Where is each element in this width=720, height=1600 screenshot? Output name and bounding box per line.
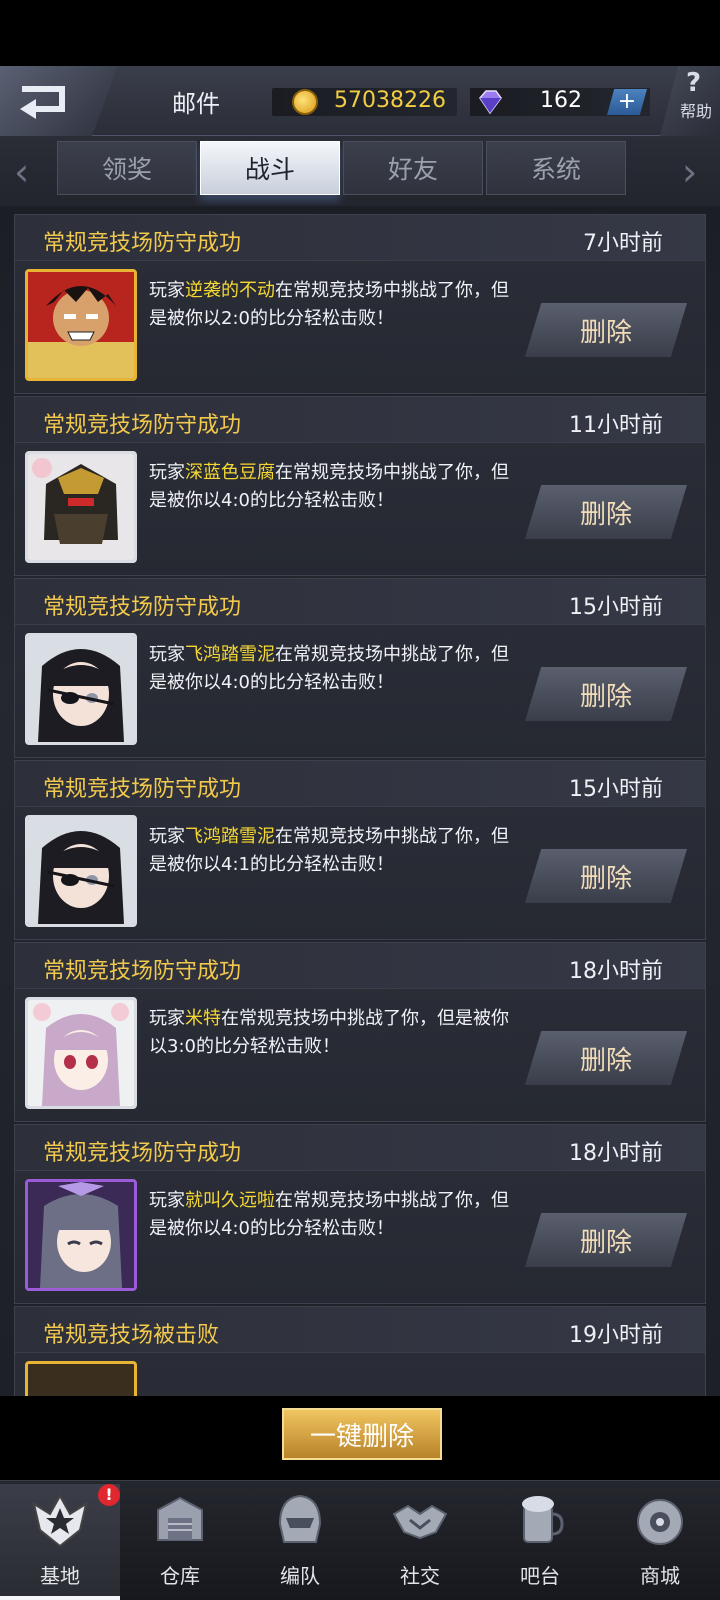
mail-title: 常规竞技场防守成功 xyxy=(43,231,242,256)
base-emblem-icon xyxy=(32,1493,88,1548)
delete-button[interactable]: 删除 xyxy=(525,485,687,539)
player-name: 深蓝色豆腐 xyxy=(185,462,275,483)
armored-robot-avatar xyxy=(25,451,137,563)
mail-message: 玩家飞鸿踏雪泥在常规竞技场中挑战了你，但是被你以4:0的比分轻松击败！ xyxy=(149,644,509,693)
mail-item-header: 常规竞技场防守成功 15小时前 xyxy=(15,761,705,807)
avatar xyxy=(25,1361,137,1396)
mail-time: 7小时前 xyxy=(583,231,663,256)
mail-title: 常规竞技场防守成功 xyxy=(43,777,242,802)
mail-title: 常规竞技场防守成功 xyxy=(43,413,242,438)
dark-haired-man-avatar xyxy=(25,269,137,381)
mail-time: 15小时前 xyxy=(569,595,663,620)
mail-item-header: 常规竞技场防守成功 18小时前 xyxy=(15,1125,705,1171)
tab-prev-arrow-icon[interactable]: ‹ xyxy=(14,150,29,194)
notification-badge: ! xyxy=(98,1484,120,1506)
shop-robot-icon xyxy=(637,1499,683,1545)
grey-haired-girl-avatar xyxy=(25,1179,137,1291)
nav-social[interactable]: 社交 xyxy=(360,1484,480,1600)
warehouse-icon xyxy=(157,1496,203,1541)
mail-message: 玩家飞鸿踏雪泥在常规竞技场中挑战了你，但是被你以4:1的比分轻松击败！ xyxy=(149,826,509,875)
nav-label: 社交 xyxy=(400,1564,440,1588)
nav-label: 编队 xyxy=(280,1564,320,1588)
nav-warehouse[interactable]: 仓库 xyxy=(120,1484,240,1600)
page-title: 邮件 xyxy=(172,90,220,118)
gold-coin-icon xyxy=(292,89,318,115)
player-name: 就叫久远啦 xyxy=(185,1190,275,1211)
gem-amount: 162 xyxy=(540,88,582,113)
mail-title: 常规竞技场防守成功 xyxy=(43,959,242,984)
mail-time: 18小时前 xyxy=(569,1141,663,1166)
eyepatch-girl-avatar xyxy=(25,633,137,745)
back-arrow-icon xyxy=(20,86,65,119)
nav-label: 仓库 xyxy=(160,1564,200,1588)
mail-message: 玩家深蓝色豆腐在常规竞技场中挑战了你，但是被你以4:0的比分轻松击败！ xyxy=(149,462,509,511)
mail-item[interactable]: 常规竞技场防守成功 15小时前 玩家飞鸿踏雪泥在常规竞技场中挑战了你，但是被你以… xyxy=(14,578,706,758)
mail-item[interactable]: 常规竞技场防守成功 7小时前 玩家逆袭的不动在常规竞技场中挑战了你，但是被你以2… xyxy=(14,214,706,394)
gem-icon xyxy=(479,90,502,115)
nav-squad[interactable]: 编队 xyxy=(240,1484,360,1600)
nav-label: 吧台 xyxy=(520,1564,560,1588)
status-bar-area xyxy=(0,0,720,66)
mail-list: 常规竞技场防守成功 7小时前 玩家逆袭的不动在常规竞技场中挑战了你，但是被你以2… xyxy=(0,206,720,1396)
delete-button[interactable]: 删除 xyxy=(525,1031,687,1085)
back-button[interactable] xyxy=(0,66,118,136)
mail-title: 常规竞技场防守成功 xyxy=(43,1141,242,1166)
tab-system[interactable]: 系统 xyxy=(486,141,626,195)
pink-haired-girl-avatar xyxy=(25,997,137,1109)
mail-item[interactable]: 常规竞技场防守成功 15小时前 玩家飞鸿踏雪泥在常规竞技场中挑战了你，但是被你以… xyxy=(14,760,706,940)
squad-helmet-icon xyxy=(278,1494,322,1543)
tab-battle[interactable]: 战斗 xyxy=(200,141,340,195)
nav-base[interactable]: ! 基地 xyxy=(0,1484,120,1600)
mail-item[interactable]: 常规竞技场防守成功 18小时前 玩家米特在常规竞技场中挑战了你，但是被你以3:0… xyxy=(14,942,706,1122)
delete-button[interactable]: 删除 xyxy=(525,1213,687,1267)
drink-icon xyxy=(522,1496,564,1543)
player-name: 逆袭的不动 xyxy=(185,280,275,301)
mail-item-header: 常规竞技场防守成功 18小时前 xyxy=(15,943,705,989)
mail-item-header: 常规竞技场防守成功 11小时前 xyxy=(15,397,705,443)
mail-item-header: 常规竞技场防守成功 15小时前 xyxy=(15,579,705,625)
mail-message: 玩家就叫久远啦在常规竞技场中挑战了你，但是被你以4:0的比分轻松击败！ xyxy=(149,1190,509,1239)
delete-button[interactable]: 删除 xyxy=(525,667,687,721)
help-label: 帮助 xyxy=(680,102,713,121)
nav-label: 商城 xyxy=(640,1564,680,1588)
player-name: 米特 xyxy=(185,1008,221,1029)
gold-amount: 57038226 xyxy=(334,88,446,113)
mail-message: 玩家米特在常规竞技场中挑战了你，但是被你以3:0的比分轻松击败！ xyxy=(149,1008,509,1057)
mail-item[interactable]: 常规竞技场防守成功 11小时前 玩家深蓝色豆腐在常规竞技场中挑战了你，但是被你以… xyxy=(14,396,706,576)
mail-time: 11小时前 xyxy=(569,413,663,438)
nav-shop[interactable]: 商城 xyxy=(600,1484,720,1600)
tab-next-arrow-icon[interactable]: › xyxy=(682,150,697,194)
mail-item[interactable]: 常规竞技场防守成功 18小时前 玩家就叫久远啦在常规竞技场中挑战了你，但是被你以… xyxy=(14,1124,706,1304)
mail-item-header: 常规竞技场防守成功 7小时前 xyxy=(15,215,705,261)
player-name: 飞鸿踏雪泥 xyxy=(185,826,275,847)
mail-time: 15小时前 xyxy=(569,777,663,802)
tab-rewards[interactable]: 领奖 xyxy=(57,141,197,195)
help-icon: ? xyxy=(686,68,702,98)
nav-bar[interactable]: 吧台 xyxy=(480,1484,600,1600)
mail-title: 常规竞技场被击败 xyxy=(43,1323,220,1348)
mail-time: 19小时前 xyxy=(569,1323,663,1348)
mail-time: 18小时前 xyxy=(569,959,663,984)
delete-all-button[interactable]: 一键删除 xyxy=(282,1408,442,1460)
handshake-icon xyxy=(392,1504,448,1540)
mail-title: 常规竞技场防守成功 xyxy=(43,595,242,620)
tab-friends[interactable]: 好友 xyxy=(343,141,483,195)
nav-label: 基地 xyxy=(40,1564,80,1588)
mail-message: 玩家逆袭的不动在常规竞技场中挑战了你，但是被你以2:0的比分轻松击败！ xyxy=(149,280,509,329)
eyepatch-girl-avatar xyxy=(25,815,137,927)
mail-item-header: 常规竞技场被击败 19小时前 xyxy=(15,1307,705,1353)
delete-button[interactable]: 删除 xyxy=(525,849,687,903)
mail-item[interactable]: 常规竞技场被击败 19小时前 xyxy=(14,1306,706,1396)
delete-button[interactable]: 删除 xyxy=(525,303,687,357)
player-name: 飞鸿踏雪泥 xyxy=(185,644,275,665)
